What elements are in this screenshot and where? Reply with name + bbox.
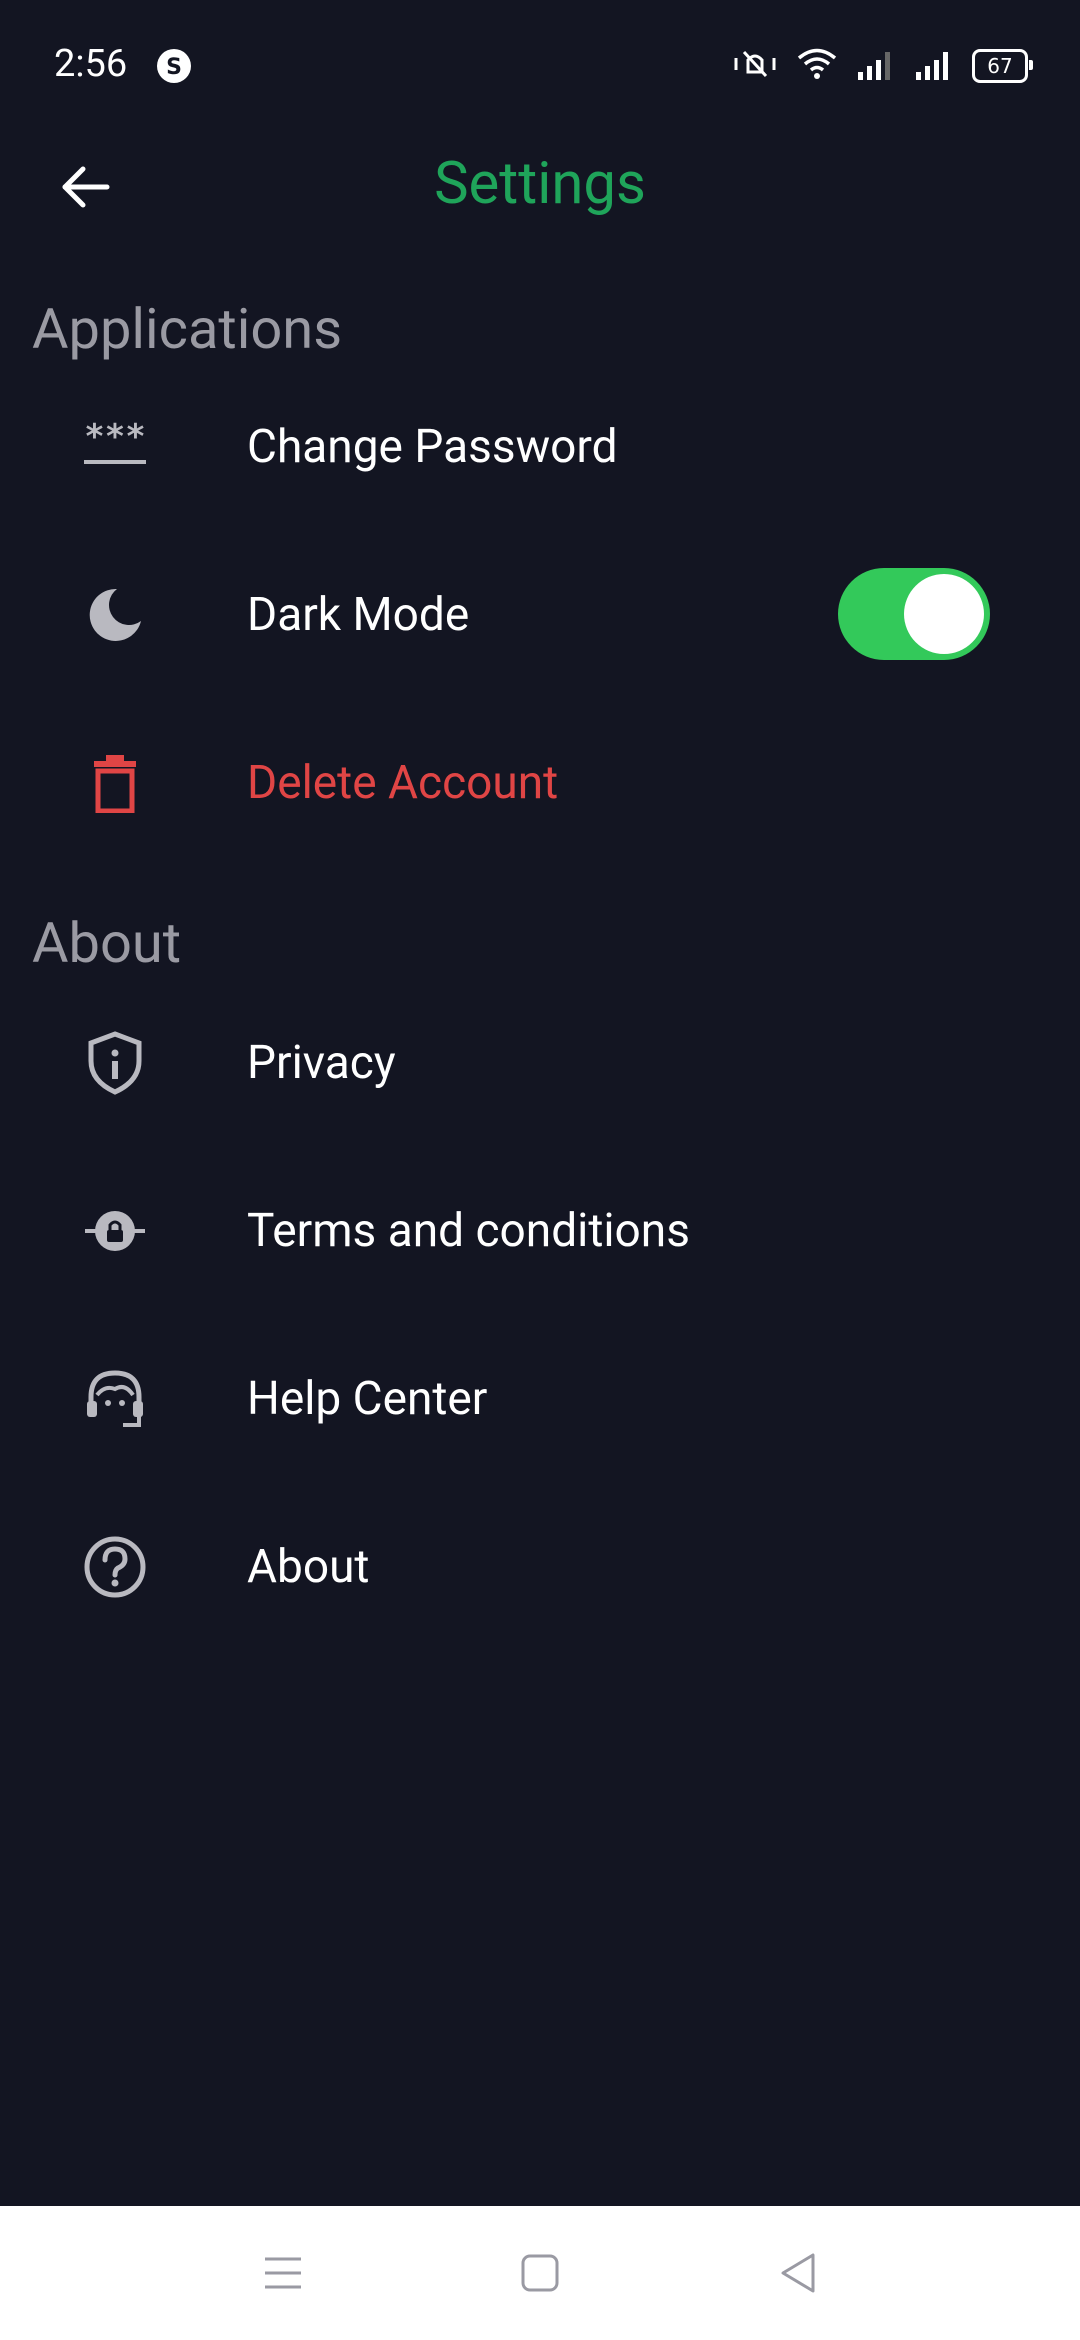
row-delete-account[interactable]: Delete Account bbox=[0, 708, 1080, 858]
svg-text:S: S bbox=[166, 55, 182, 80]
status-time: 2:56 bbox=[54, 42, 128, 86]
status-icons: 67 bbox=[732, 44, 1033, 88]
help-circle-icon bbox=[80, 1532, 150, 1602]
lock-icon bbox=[80, 1196, 150, 1266]
menu-icon bbox=[265, 2257, 301, 2289]
section-header-about: About bbox=[32, 910, 182, 976]
signal-icon-2 bbox=[914, 48, 954, 84]
system-nav-bar bbox=[0, 2206, 1080, 2340]
row-label: Terms and conditions bbox=[247, 1204, 690, 1258]
home-square-icon bbox=[521, 2254, 559, 2292]
support-agent-icon bbox=[80, 1364, 150, 1434]
section-header-applications: Applications bbox=[32, 296, 343, 362]
shield-info-icon bbox=[80, 1028, 150, 1098]
row-label: About bbox=[247, 1540, 370, 1594]
row-change-password[interactable]: *** Change Password bbox=[0, 372, 1080, 522]
signal-icon bbox=[856, 48, 896, 84]
toggle-knob bbox=[904, 574, 984, 654]
nav-back-button[interactable] bbox=[772, 2248, 822, 2298]
row-label: Change Password bbox=[247, 420, 618, 474]
row-privacy[interactable]: Privacy bbox=[0, 988, 1080, 1138]
row-about[interactable]: About bbox=[0, 1492, 1080, 1642]
vibrate-silent-icon bbox=[732, 46, 778, 86]
nav-menu-button[interactable] bbox=[258, 2248, 308, 2298]
app-notification-icon: S bbox=[156, 48, 192, 84]
battery-indicator: 67 bbox=[972, 49, 1033, 83]
trash-icon bbox=[80, 748, 150, 818]
back-triangle-icon bbox=[781, 2253, 815, 2293]
status-bar: 2:56 S 67 bbox=[0, 0, 1080, 130]
moon-icon bbox=[80, 580, 150, 650]
svg-text:***: *** bbox=[84, 422, 145, 457]
password-icon: *** bbox=[80, 412, 150, 482]
page-title: Settings bbox=[434, 150, 646, 218]
wifi-icon bbox=[796, 47, 838, 85]
row-label: Help Center bbox=[247, 1372, 488, 1426]
row-help-center[interactable]: Help Center bbox=[0, 1324, 1080, 1474]
nav-home-button[interactable] bbox=[515, 2248, 565, 2298]
row-terms[interactable]: Terms and conditions bbox=[0, 1156, 1080, 1306]
dark-mode-toggle[interactable] bbox=[838, 568, 990, 660]
row-label: Privacy bbox=[247, 1036, 396, 1090]
row-label: Delete Account bbox=[247, 756, 559, 810]
row-label: Dark Mode bbox=[247, 588, 470, 642]
app-bar: Settings bbox=[0, 130, 1080, 240]
